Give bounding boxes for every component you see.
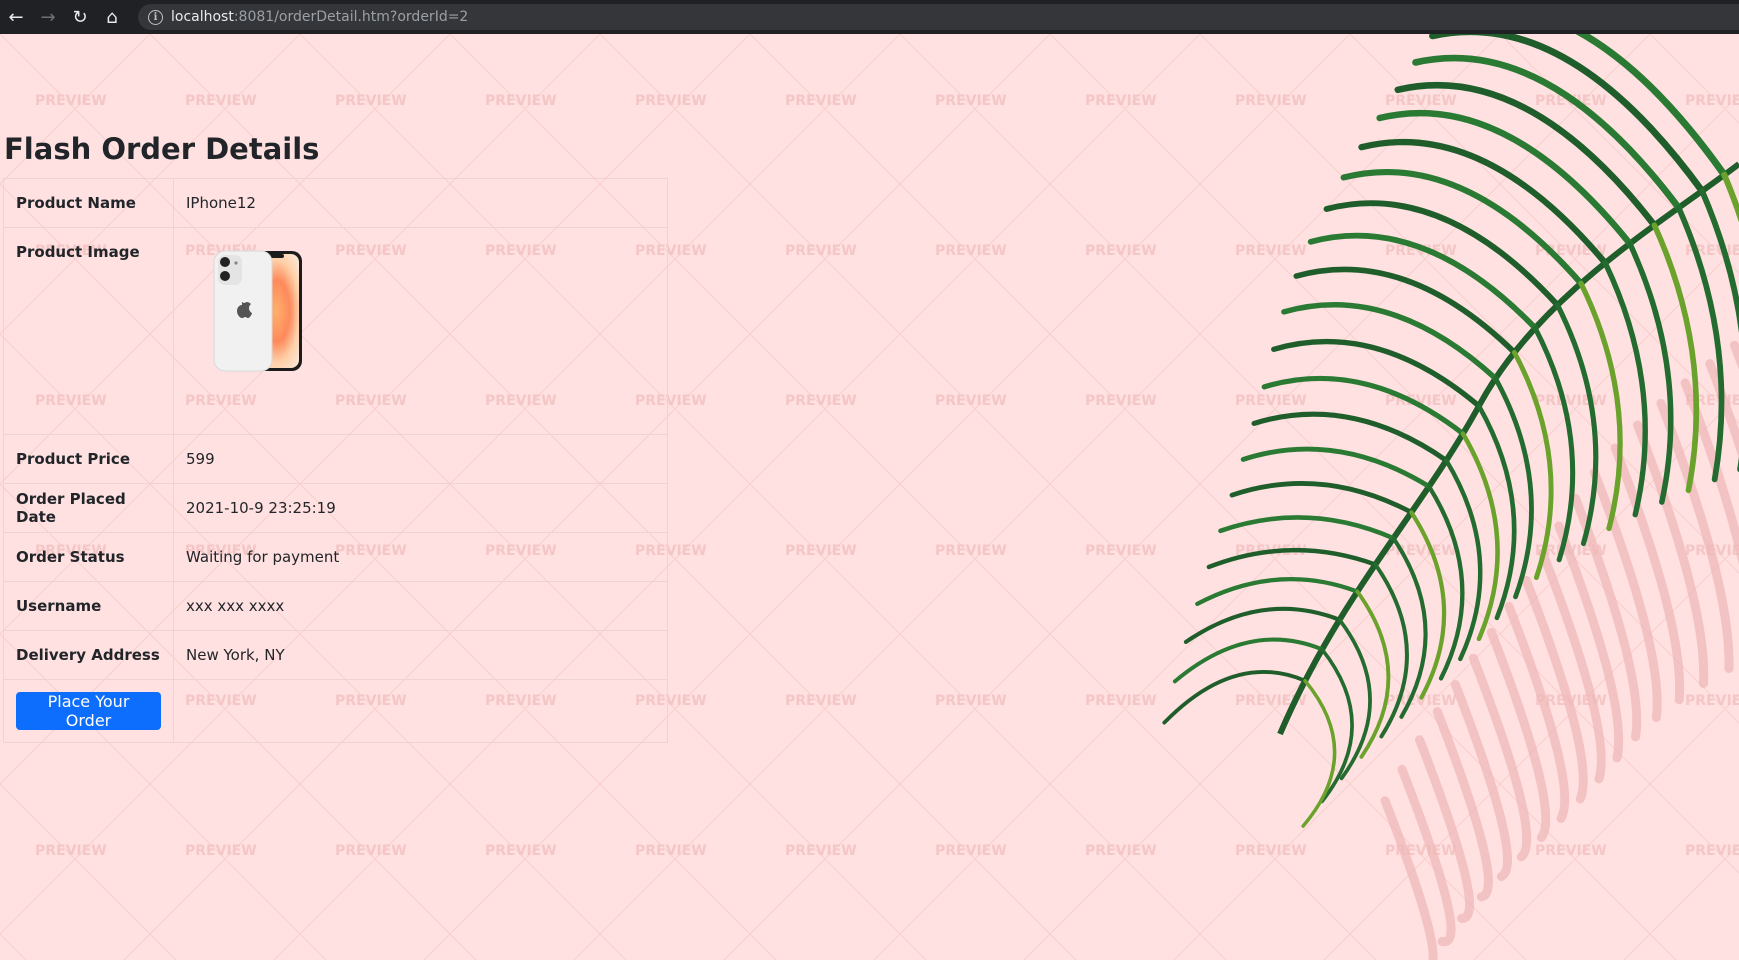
delivery-address-label: Delivery Address [3,630,174,680]
watermark-text: PREVIEW [1235,243,1307,259]
watermark-text: PREVIEW [785,843,857,859]
row-product-name: Product Name IPhone12 [3,178,668,228]
address-bar[interactable]: i localhost:8081/orderDetail.htm?orderId… [138,4,1739,30]
home-icon[interactable]: ⌂ [96,0,128,34]
row-order-date: Order Placed Date 2021-10-9 23:25:19 [3,483,668,533]
watermark-text: PREVIEW [1385,843,1457,859]
watermark-text: PREVIEW [1685,93,1739,109]
palm-leaf-decoration [1162,34,1739,960]
page-title: Flash Order Details [4,132,320,166]
row-product-price: Product Price 599 [3,434,668,484]
row-username: Username xxx xxx xxxx [3,581,668,631]
watermark-text: PREVIEW [1385,543,1457,559]
watermark-text: PREVIEW [1535,543,1607,559]
watermark-text: PREVIEW [35,93,107,109]
product-price-label: Product Price [3,434,174,484]
empty-cell [173,679,668,743]
order-status-label: Order Status [3,532,174,582]
watermark-text: PREVIEW [1085,693,1157,709]
row-product-image: Product Image [3,227,668,435]
watermark-text: PREVIEW [185,93,257,109]
row-action: Place Your Order [3,679,668,743]
watermark-text: PREVIEW [1235,393,1307,409]
watermark-text: PREVIEW [635,93,707,109]
watermark-text: PREVIEW [785,243,857,259]
watermark-text: PREVIEW [785,693,857,709]
watermark-text: PREVIEW [1385,243,1457,259]
order-details-table: Product Name IPhone12 Product Image Prod… [3,178,668,743]
watermark-text: PREVIEW [1685,693,1739,709]
watermark-text: PREVIEW [1385,693,1457,709]
browser-toolbar: ← → ↻ ⌂ i localhost:8081/orderDetail.htm… [0,0,1739,34]
row-order-status: Order Status Waiting for payment [3,532,668,582]
watermark-text: PREVIEW [35,843,107,859]
watermark-text: PREVIEW [1535,843,1607,859]
order-date-value: 2021-10-9 23:25:19 [173,483,668,533]
watermark-text: PREVIEW [185,843,257,859]
watermark-text: PREVIEW [1385,393,1457,409]
username-label: Username [3,581,174,631]
product-price-value: 599 [173,434,668,484]
place-order-button[interactable]: Place Your Order [16,692,161,730]
watermark-text: PREVIEW [1535,243,1607,259]
watermark-text: PREVIEW [1685,543,1739,559]
info-icon[interactable]: i [148,9,163,25]
watermark-text: PREVIEW [485,843,557,859]
watermark-text: PREVIEW [785,393,857,409]
product-image-cell [173,227,668,435]
watermark-text: PREVIEW [1085,93,1157,109]
watermark-text: PREVIEW [1085,393,1157,409]
watermark-text: PREVIEW [1085,243,1157,259]
reload-icon[interactable]: ↻ [64,0,96,34]
watermark-text: PREVIEW [1235,843,1307,859]
product-image-label: Product Image [3,227,174,435]
order-date-label: Order Placed Date [3,483,174,533]
watermark-text: PREVIEW [485,93,557,109]
watermark-text: PREVIEW [935,843,1007,859]
back-arrow-icon[interactable]: ← [0,0,32,34]
watermark-text: PREVIEW [935,393,1007,409]
watermark-text: PREVIEW [635,843,707,859]
order-status-value: Waiting for payment [173,532,668,582]
watermark-text: PREVIEW [935,93,1007,109]
product-name-value: IPhone12 [173,178,668,228]
action-cell: Place Your Order [3,679,174,743]
username-value: xxx xxx xxxx [173,581,668,631]
watermark-text: PREVIEW [1235,693,1307,709]
watermark-text: PREVIEW [1685,243,1739,259]
watermark-text: PREVIEW [1235,543,1307,559]
watermark-text: PREVIEW [1535,693,1607,709]
watermark-text: PREVIEW [935,243,1007,259]
watermark-text: PREVIEW [1385,93,1457,109]
watermark-text: PREVIEW [1235,93,1307,109]
watermark-text: PREVIEW [1685,843,1739,859]
watermark-text: PREVIEW [335,843,407,859]
watermark-text: PREVIEW [1535,393,1607,409]
watermark-text: PREVIEW [935,693,1007,709]
row-delivery-address: Delivery Address New York, NY [3,630,668,680]
watermark-text: PREVIEW [335,93,407,109]
watermark-text: PREVIEW [1535,93,1607,109]
url-path: :8081/orderDetail.htm?orderId=2 [233,9,469,25]
watermark-text: PREVIEW [1685,393,1739,409]
delivery-address-value: New York, NY [173,630,668,680]
watermark-text: PREVIEW [1085,843,1157,859]
watermark-text: PREVIEW [1085,543,1157,559]
url-host: localhost [171,9,234,25]
forward-arrow-icon[interactable]: → [32,0,64,34]
page-background: PREVIEW PREVIEW PREVIEW PREVIEW PREVIEW PREVI… [0,34,1739,960]
watermark-text: PREVIEW [785,543,857,559]
product-image [212,249,304,373]
watermark-text: PREVIEW [785,93,857,109]
product-name-label: Product Name [3,178,174,228]
watermark-text: PREVIEW [935,543,1007,559]
